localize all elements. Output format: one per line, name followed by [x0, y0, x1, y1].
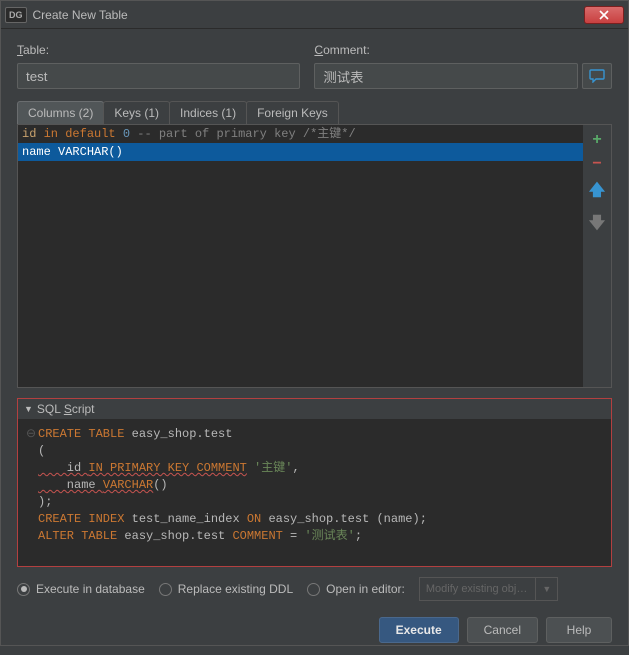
form-area: Table: Comment:: [1, 29, 628, 95]
options-row: Execute in database Replace existing DDL…: [17, 577, 612, 601]
chevron-down-icon: ▼: [542, 584, 551, 594]
radio-label: Open in editor:: [326, 582, 405, 596]
radio-label: Execute in database: [36, 582, 145, 596]
close-button[interactable]: [584, 6, 624, 24]
caret-down-icon: ▼: [24, 404, 33, 414]
radio-replace-ddl[interactable]: Replace existing DDL: [159, 582, 293, 596]
tabs: Columns (2) Keys (1) Indices (1) Foreign…: [17, 101, 612, 124]
sql-body[interactable]: ⊖CREATE TABLE easy_shop.test ( id IN PRI…: [18, 420, 611, 566]
columns-list[interactable]: id in default 0 -- part of primary key /…: [18, 125, 583, 387]
speech-bubble-icon: [589, 69, 605, 83]
move-up-button[interactable]: 🡅: [589, 179, 605, 206]
tab-indices[interactable]: Indices (1): [169, 101, 247, 124]
editor-action-combo: Modify existing obj… ▼: [419, 577, 558, 601]
comment-input[interactable]: [314, 63, 578, 89]
add-column-button[interactable]: +: [592, 131, 601, 149]
radio-icon: [17, 583, 30, 596]
table-label: Table:: [17, 43, 300, 57]
combo-text: Modify existing obj…: [426, 583, 528, 595]
titlebar: DG Create New Table: [1, 1, 628, 29]
cancel-button[interactable]: Cancel: [467, 617, 538, 643]
help-button[interactable]: Help: [546, 617, 612, 643]
comment-label: Comment:: [314, 43, 612, 57]
sql-section: ▼ SQL Script ⊖CREATE TABLE easy_shop.tes…: [17, 398, 612, 567]
button-row: Execute Cancel Help: [1, 601, 628, 655]
radio-execute-db[interactable]: Execute in database: [17, 582, 145, 596]
window-title: Create New Table: [33, 8, 585, 22]
table-input[interactable]: [17, 63, 300, 89]
move-down-button[interactable]: 🡇: [589, 212, 605, 239]
radio-open-editor[interactable]: Open in editor:: [307, 582, 405, 596]
column-tools: + − 🡅 🡇: [583, 125, 611, 387]
comment-field: Comment:: [314, 43, 612, 89]
column-row[interactable]: name VARCHAR(): [18, 143, 583, 161]
radio-icon: [159, 583, 172, 596]
remove-column-button[interactable]: −: [592, 155, 601, 173]
radio-label: Replace existing DDL: [178, 582, 293, 596]
expand-comment-button[interactable]: [582, 63, 612, 89]
table-field: Table:: [17, 43, 300, 89]
app-icon: DG: [5, 7, 27, 23]
tab-columns[interactable]: Columns (2): [17, 101, 104, 124]
execute-button[interactable]: Execute: [379, 617, 459, 643]
tab-keys[interactable]: Keys (1): [103, 101, 170, 124]
columns-panel: id in default 0 -- part of primary key /…: [17, 124, 612, 388]
column-row[interactable]: id in default 0 -- part of primary key /…: [18, 125, 583, 143]
radio-icon: [307, 583, 320, 596]
tab-foreign-keys[interactable]: Foreign Keys: [246, 101, 339, 124]
sql-header[interactable]: ▼ SQL Script: [18, 399, 611, 420]
